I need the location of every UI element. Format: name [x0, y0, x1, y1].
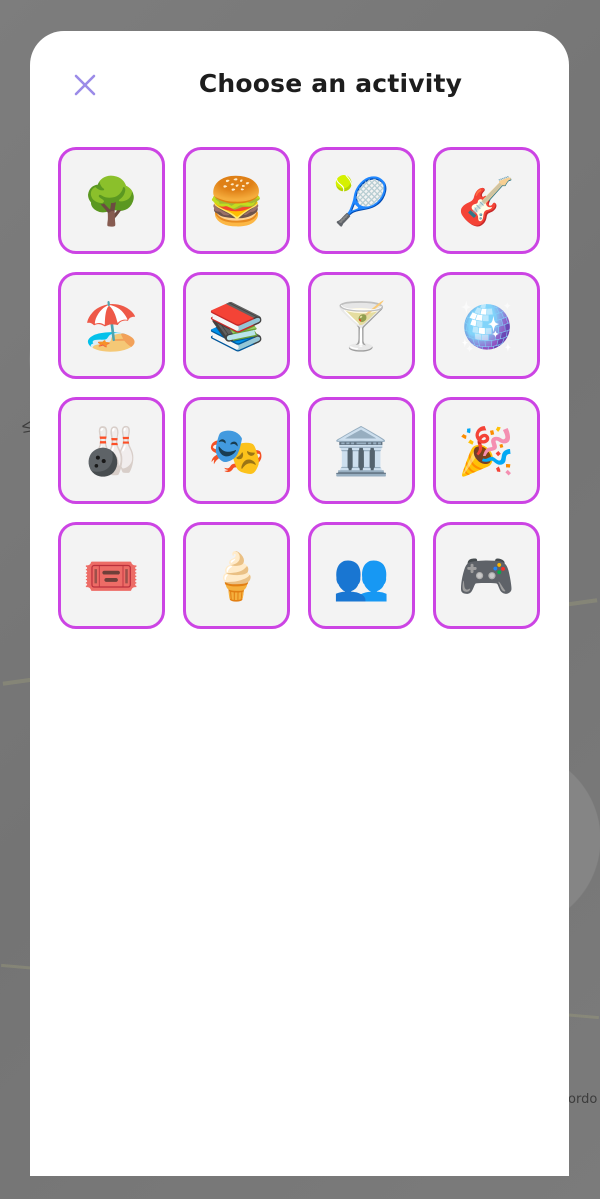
people-icon: 👥	[332, 548, 391, 603]
tree-icon: 🌳	[82, 173, 141, 228]
activity-picker-sheet: Choose an activity 🌳 🍔 🎾 🎸 🏖️ 📚 🍸 🪩 🎳 🎭 🏛️ 🎉 🎟️ 🍦 👥 🎮	[30, 31, 569, 1176]
burger-icon: 🍔	[207, 173, 266, 228]
activity-tile-ice-cream[interactable]: 🍦	[183, 522, 290, 629]
map-label: ordo	[568, 1092, 598, 1107]
page-title: Choose an activity	[198, 69, 463, 98]
activity-tile-guitar[interactable]: 🎸	[433, 147, 540, 254]
party-popper-icon: 🎉	[457, 423, 516, 478]
activity-tile-cocktail[interactable]: 🍸	[308, 272, 415, 379]
museum-icon: 🏛️	[332, 423, 391, 478]
guitar-icon: 🎸	[457, 173, 516, 228]
activity-grid: 🌳 🍔 🎾 🎸 🏖️ 📚 🍸 🪩 🎳 🎭 🏛️ 🎉 🎟️ 🍦 👥 🎮	[58, 147, 540, 629]
cocktail-icon: 🍸	[332, 298, 391, 353]
activity-tile-beach[interactable]: 🏖️	[58, 272, 165, 379]
bowling-icon: 🎳	[82, 423, 141, 478]
activity-tile-people[interactable]: 👥	[308, 522, 415, 629]
activity-tile-theater[interactable]: 🎭	[183, 397, 290, 504]
ice-cream-icon: 🍦	[207, 548, 266, 603]
activity-tile-disco-ball[interactable]: 🪩	[433, 272, 540, 379]
activity-tile-bowling[interactable]: 🎳	[58, 397, 165, 504]
beach-icon: 🏖️	[82, 298, 141, 353]
activity-tile-burger[interactable]: 🍔	[183, 147, 290, 254]
activity-tile-tree[interactable]: 🌳	[58, 147, 165, 254]
activity-tile-game-controller[interactable]: 🎮	[433, 522, 540, 629]
theater-icon: 🎭	[207, 423, 266, 478]
activity-tile-museum[interactable]: 🏛️	[308, 397, 415, 504]
game-controller-icon: 🎮	[457, 548, 516, 603]
disco-ball-icon: 🪩	[457, 298, 516, 353]
activity-tile-books[interactable]: 📚	[183, 272, 290, 379]
activity-tile-ticket[interactable]: 🎟️	[58, 522, 165, 629]
tennis-icon: 🎾	[332, 173, 391, 228]
activity-tile-tennis[interactable]: 🎾	[308, 147, 415, 254]
activity-tile-party-popper[interactable]: 🎉	[433, 397, 540, 504]
ticket-icon: 🎟️	[82, 548, 141, 603]
books-icon: 📚	[207, 298, 266, 353]
